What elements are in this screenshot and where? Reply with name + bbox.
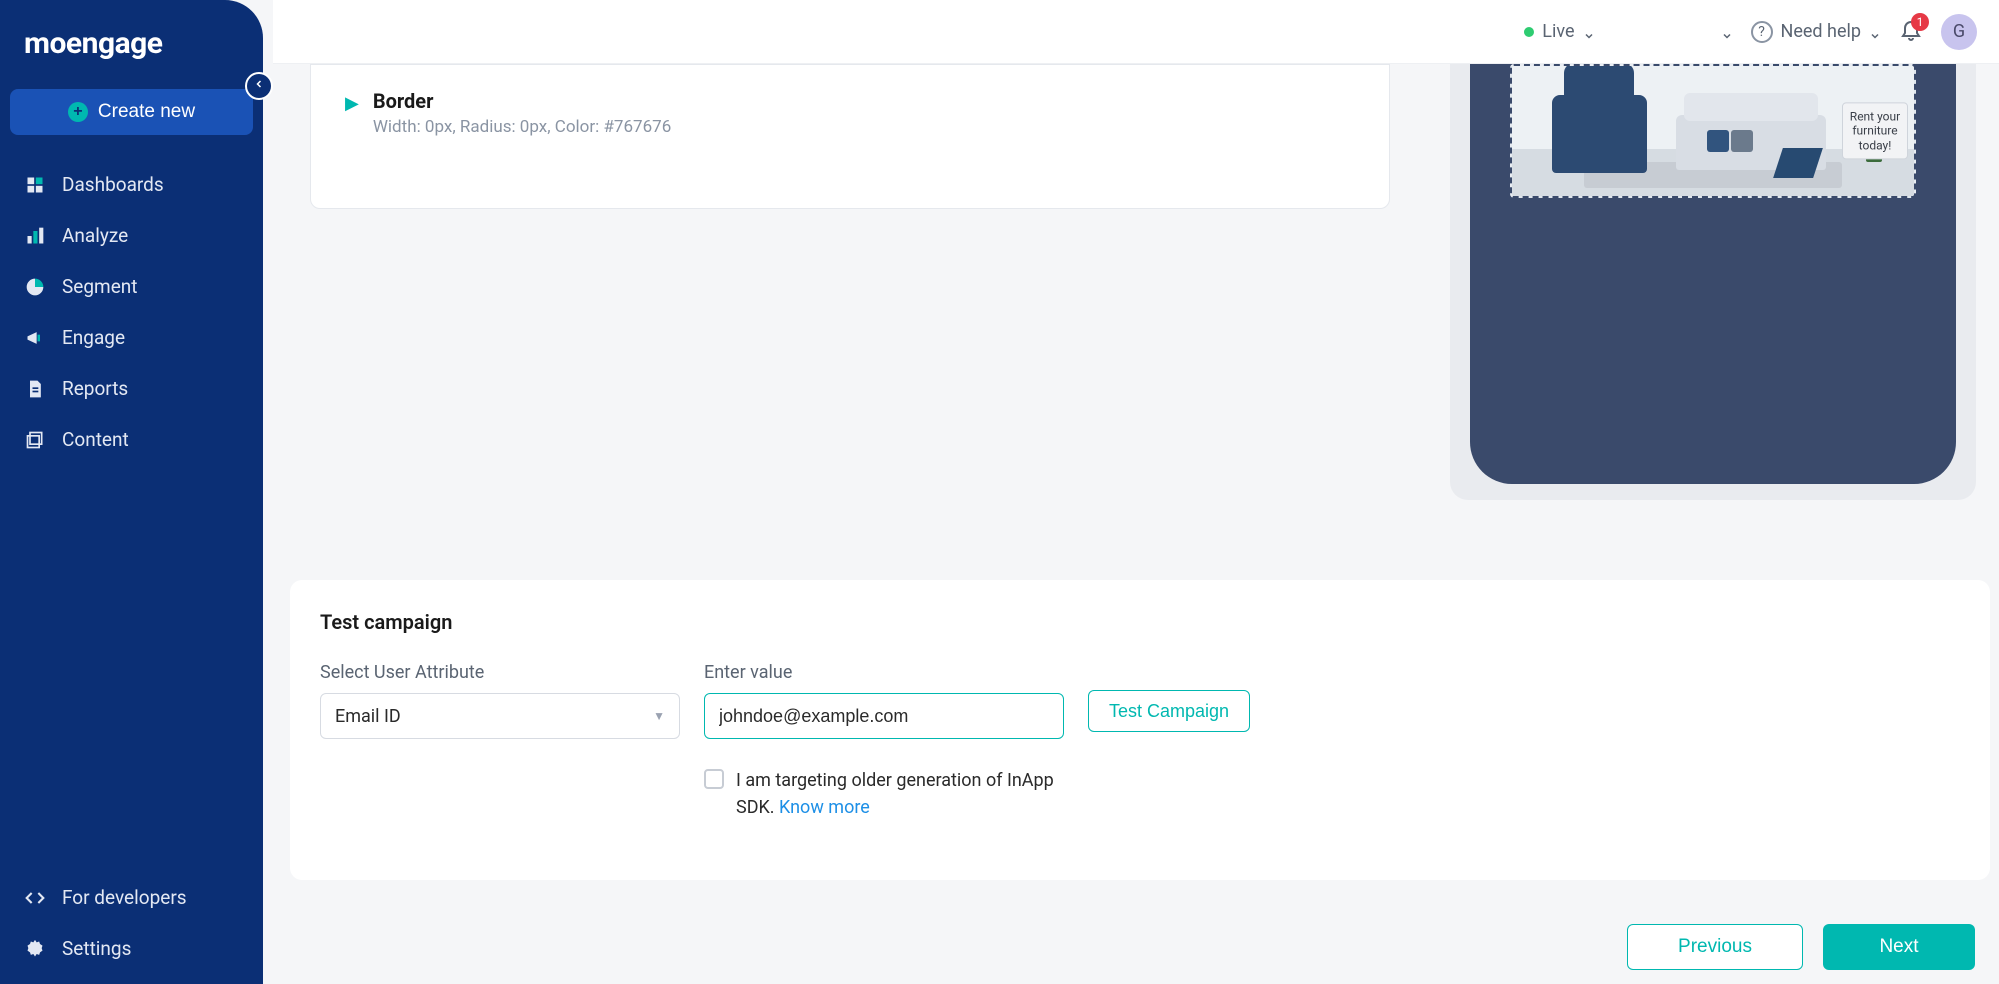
preview-overlay-text: Rent your furniture today! bbox=[1842, 102, 1908, 159]
older-sdk-checkbox[interactable] bbox=[704, 769, 724, 789]
caret-right-icon: ▶ bbox=[345, 93, 359, 114]
status-dot-icon bbox=[1524, 27, 1534, 37]
next-button[interactable]: Next bbox=[1823, 924, 1975, 970]
status-label: Live bbox=[1542, 21, 1574, 42]
topbar: Live ? Need help 1 G bbox=[273, 0, 1999, 64]
previous-button[interactable]: Previous bbox=[1627, 924, 1803, 970]
environment-status-dropdown[interactable]: Live bbox=[1524, 21, 1594, 42]
caret-down-icon: ▼ bbox=[653, 709, 665, 723]
chevron-down-icon bbox=[1583, 26, 1595, 38]
chevron-left-icon bbox=[253, 78, 265, 94]
notification-badge: 1 bbox=[1911, 13, 1929, 31]
create-new-button[interactable]: + Create new bbox=[10, 89, 253, 135]
avatar-initial: G bbox=[1953, 21, 1965, 42]
sidebar: moengage + Create new Dashboards Analyze… bbox=[0, 0, 263, 984]
brand-logo: moengage bbox=[0, 18, 263, 89]
sidebar-item-developers[interactable]: For developers bbox=[0, 872, 263, 923]
analyze-icon bbox=[24, 225, 46, 247]
sidebar-item-settings[interactable]: Settings bbox=[0, 923, 263, 974]
sidebar-collapse-toggle[interactable] bbox=[245, 72, 273, 100]
test-campaign-button[interactable]: Test Campaign bbox=[1088, 690, 1250, 732]
help-icon: ? bbox=[1751, 21, 1773, 43]
sidebar-item-label: Engage bbox=[62, 326, 125, 349]
user-attribute-label: Select User Attribute bbox=[320, 662, 680, 683]
user-attribute-select[interactable]: Email ID ▼ bbox=[320, 693, 680, 739]
room-scene: Rent your furniture today! bbox=[1512, 66, 1914, 196]
wizard-footer: Previous Next bbox=[1627, 924, 1975, 970]
engage-icon bbox=[24, 327, 46, 349]
phone-frame: Rent your furniture today! bbox=[1470, 64, 1956, 484]
sidebar-item-label: For developers bbox=[62, 886, 187, 909]
sidebar-item-analyze[interactable]: Analyze bbox=[0, 210, 263, 261]
chevron-down-icon bbox=[1869, 26, 1881, 38]
test-campaign-panel: Test campaign Select User Attribute Emai… bbox=[290, 580, 1990, 880]
notifications-button[interactable]: 1 bbox=[1899, 17, 1923, 46]
chevron-down-icon bbox=[1721, 26, 1733, 38]
enter-value-input[interactable] bbox=[704, 693, 1064, 739]
enter-value-label: Enter value bbox=[704, 662, 1064, 683]
sidebar-item-label: Analyze bbox=[62, 224, 128, 247]
sidebar-item-engage[interactable]: Engage bbox=[0, 312, 263, 363]
create-new-label: Create new bbox=[98, 101, 195, 123]
reports-icon bbox=[24, 378, 46, 400]
sidebar-item-reports[interactable]: Reports bbox=[0, 363, 263, 414]
sidebar-item-label: Dashboards bbox=[62, 173, 164, 196]
older-sdk-checkbox-label: I am targeting older generation of InApp… bbox=[736, 767, 1064, 821]
need-help-dropdown[interactable]: ? Need help bbox=[1751, 21, 1882, 43]
preview-image: Rent your furniture today! bbox=[1510, 64, 1916, 198]
border-accordion-toggle[interactable]: ▶ Border Width: 0px, Radius: 0px, Color:… bbox=[345, 89, 1355, 137]
border-settings-panel: ▶ Border Width: 0px, Radius: 0px, Color:… bbox=[310, 64, 1390, 209]
know-more-link[interactable]: Know more bbox=[779, 797, 870, 818]
sidebar-item-label: Content bbox=[62, 428, 129, 451]
sidebar-item-label: Settings bbox=[62, 937, 131, 960]
dashboards-icon bbox=[24, 174, 46, 196]
secondary-nav: For developers Settings bbox=[0, 872, 263, 974]
sidebar-item-content[interactable]: Content bbox=[0, 414, 263, 465]
user-attribute-selected: Email ID bbox=[335, 706, 401, 727]
sidebar-item-label: Reports bbox=[62, 377, 128, 400]
content-icon bbox=[24, 429, 46, 451]
sidebar-item-dashboards[interactable]: Dashboards bbox=[0, 159, 263, 210]
sidebar-item-label: Segment bbox=[62, 275, 137, 298]
preview-panel: Rent your furniture today! bbox=[1450, 64, 1976, 500]
sidebar-item-segment[interactable]: Segment bbox=[0, 261, 263, 312]
plus-icon: + bbox=[68, 102, 88, 122]
help-label: Need help bbox=[1781, 21, 1862, 42]
test-campaign-title: Test campaign bbox=[320, 610, 1960, 634]
border-subtitle: Width: 0px, Radius: 0px, Color: #767676 bbox=[373, 117, 671, 137]
border-title: Border bbox=[373, 89, 671, 113]
segment-icon bbox=[24, 276, 46, 298]
gear-icon bbox=[24, 938, 46, 960]
code-icon bbox=[24, 887, 46, 909]
primary-nav: Dashboards Analyze Segment Engage Report… bbox=[0, 159, 263, 872]
avatar[interactable]: G bbox=[1941, 14, 1977, 50]
workspace-dropdown[interactable] bbox=[1613, 26, 1733, 38]
